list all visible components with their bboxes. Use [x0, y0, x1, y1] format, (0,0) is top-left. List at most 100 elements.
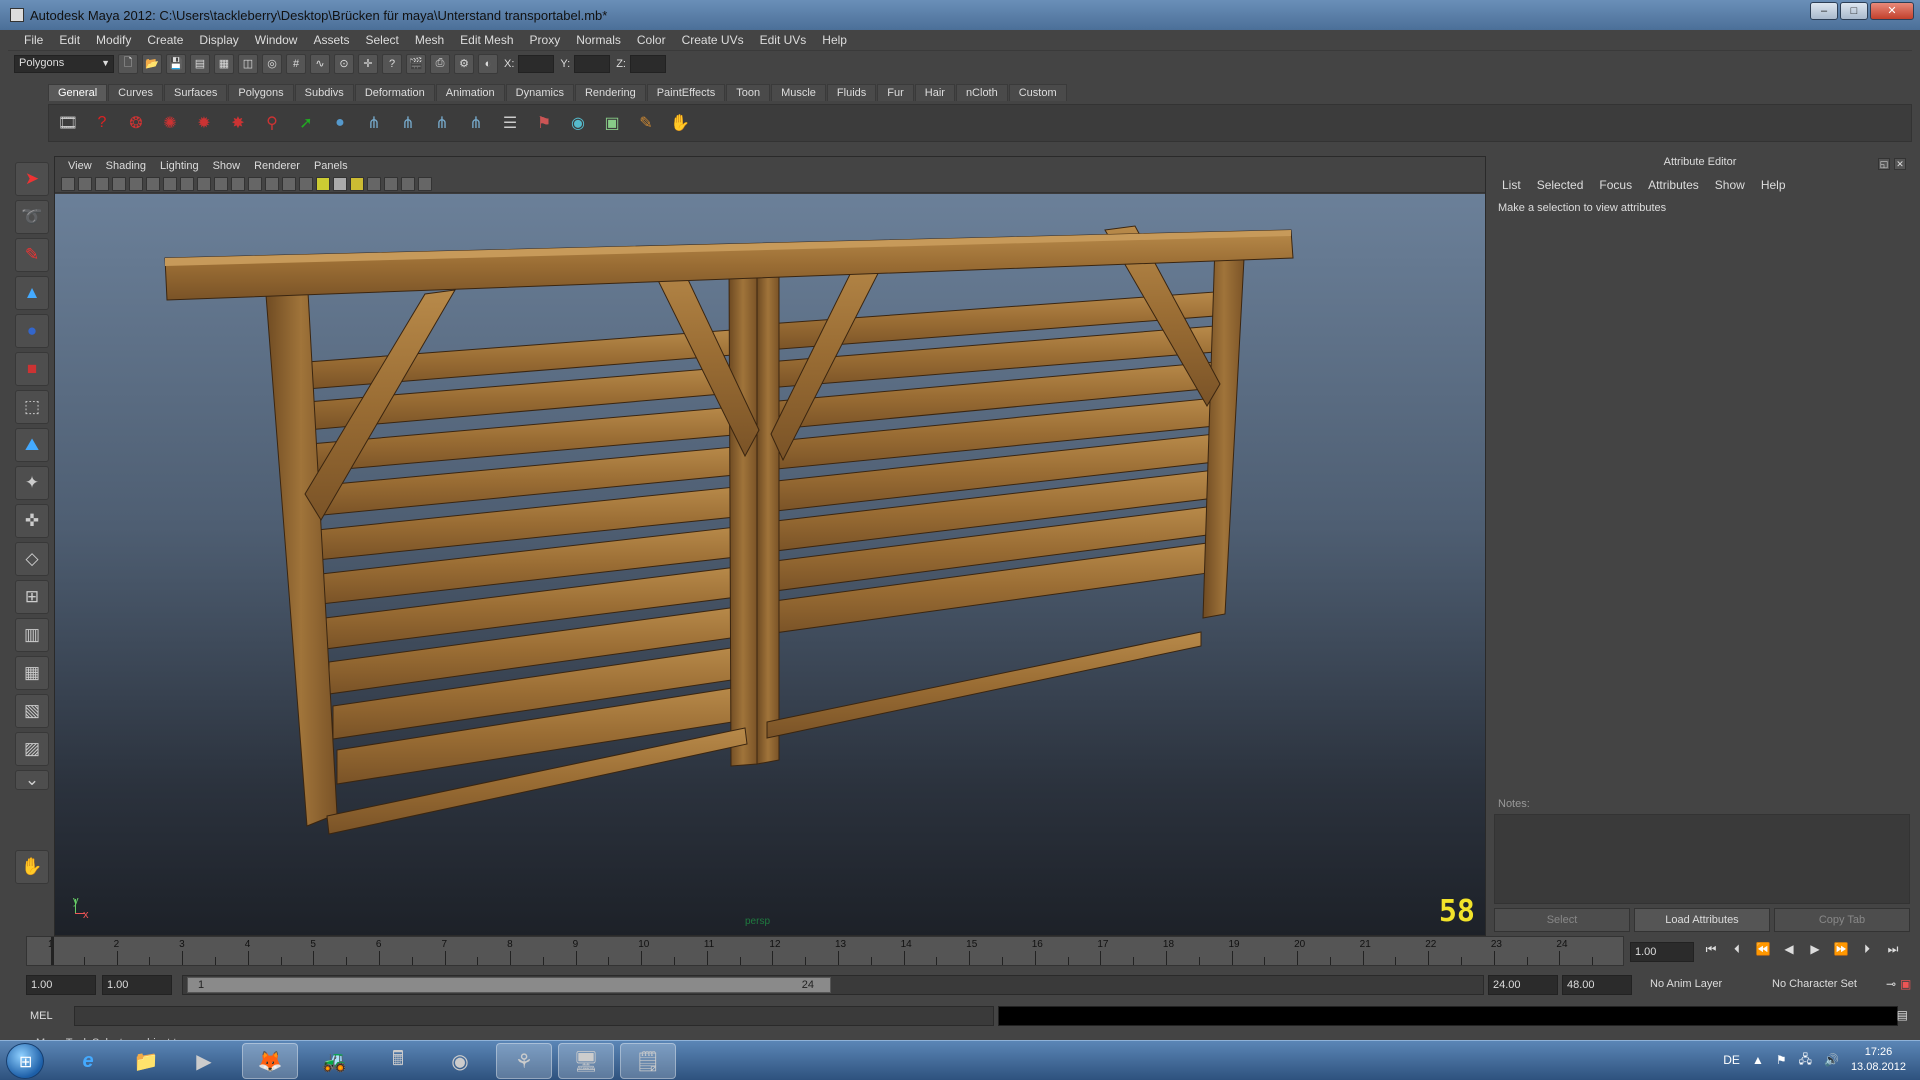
float-panel-icon[interactable]: ◱: [1878, 158, 1890, 170]
list-icon[interactable]: ☰: [497, 110, 523, 136]
script-editor-icon[interactable]: ▤: [1897, 1008, 1908, 1022]
viewport-menu-lighting[interactable]: Lighting: [153, 160, 206, 172]
snap-plane-icon[interactable]: ✛: [358, 53, 378, 74]
film-gate-icon[interactable]: [146, 176, 160, 191]
open-scene-icon[interactable]: 📂: [142, 53, 162, 74]
playback-start-field[interactable]: 1.00: [102, 975, 172, 995]
mel-label[interactable]: MEL: [30, 1010, 53, 1022]
x-input[interactable]: [518, 54, 555, 73]
textured-icon[interactable]: [299, 176, 313, 191]
script-icon-1[interactable]: ❂: [123, 110, 149, 136]
universal-manip-icon[interactable]: ⬚: [15, 390, 49, 424]
menu-create[interactable]: Create: [139, 33, 191, 47]
attr-menu-selected[interactable]: Selected: [1529, 178, 1592, 192]
mel-input[interactable]: [74, 1006, 994, 1026]
viewport-menu-show[interactable]: Show: [206, 160, 248, 172]
select-tool-icon[interactable]: ➤: [15, 162, 49, 196]
script-icon-3[interactable]: ✹: [191, 110, 217, 136]
shadows-icon[interactable]: [350, 176, 364, 191]
menu-edit-mesh[interactable]: Edit Mesh: [452, 33, 521, 47]
pick-mask-icon[interactable]: ◎: [262, 53, 282, 74]
menu-edit[interactable]: Edit: [51, 33, 88, 47]
menu-proxy[interactable]: Proxy: [522, 33, 569, 47]
auto-key-icon[interactable]: ⊸: [1886, 977, 1896, 991]
history-icon[interactable]: ?: [382, 53, 402, 74]
menu-display[interactable]: Display: [191, 33, 246, 47]
range-slider-track[interactable]: 1 24: [182, 975, 1484, 995]
shelf-tab-hair[interactable]: Hair: [914, 84, 955, 101]
maximize-button[interactable]: □: [1840, 2, 1868, 20]
viewport-menu-panels[interactable]: Panels: [307, 160, 355, 172]
menu-set-dropdown[interactable]: Polygons ▼: [14, 54, 114, 73]
viewport-menu-renderer[interactable]: Renderer: [247, 160, 307, 172]
playback-end-field[interactable]: 24.00: [1488, 975, 1558, 995]
shelf-tab-rendering[interactable]: Rendering: [574, 84, 646, 101]
help-question-icon[interactable]: ?: [89, 110, 115, 136]
z-input[interactable]: [629, 54, 666, 73]
y-field[interactable]: Y:: [560, 54, 611, 73]
snap-grid-icon[interactable]: #: [286, 53, 306, 74]
xray-joints-icon[interactable]: [401, 176, 415, 191]
shelf-tab-painteffects[interactable]: PaintEffects: [646, 84, 726, 101]
close-button[interactable]: ✕: [1870, 2, 1914, 20]
image-plane-icon[interactable]: [112, 176, 126, 191]
shelf-tab-surfaces[interactable]: Surfaces: [163, 84, 228, 101]
layout-graph-icon[interactable]: ▦: [15, 656, 49, 690]
notes-textarea[interactable]: [1494, 814, 1910, 904]
attr-menu-attributes[interactable]: Attributes: [1640, 178, 1707, 192]
minimize-button[interactable]: –: [1810, 2, 1838, 20]
attr-menu-help[interactable]: Help: [1753, 178, 1794, 192]
shelf-tab-polygons[interactable]: Polygons: [228, 84, 294, 101]
menu-mesh[interactable]: Mesh: [407, 33, 452, 47]
load-attributes-button[interactable]: Load Attributes: [1634, 908, 1770, 932]
menu-help[interactable]: Help: [814, 33, 855, 47]
start-button[interactable]: ⊞: [6, 1043, 44, 1079]
grid-icon[interactable]: [129, 176, 143, 191]
maya-taskbar-icon[interactable]: ⚘: [496, 1043, 552, 1079]
layout-hypershade-icon[interactable]: ▧: [15, 694, 49, 728]
all-lights-icon[interactable]: [333, 176, 347, 191]
play-forwards-icon[interactable]: ▶: [1806, 942, 1824, 960]
sphere-tool-icon[interactable]: ●: [327, 110, 353, 136]
select-hierarchy-icon[interactable]: ▤: [190, 53, 210, 74]
menu-edit-uvs[interactable]: Edit UVs: [752, 33, 815, 47]
shelf-tab-fur[interactable]: Fur: [877, 84, 914, 101]
shelf-tab-general[interactable]: General: [48, 84, 108, 101]
chrome-icon[interactable]: ◉: [432, 1043, 488, 1079]
animation-start-field[interactable]: 1.00: [26, 975, 96, 995]
file-explorer-icon[interactable]: 📁: [118, 1043, 174, 1079]
shelf-tab-toon[interactable]: Toon: [726, 84, 771, 101]
joint-icon-4[interactable]: ⋔: [463, 110, 489, 136]
more-layouts-icon[interactable]: ⌄: [15, 770, 49, 790]
gate-mask-icon[interactable]: [180, 176, 194, 191]
time-slider[interactable]: 123456789101112131415161718192021222324: [26, 936, 1624, 966]
new-scene-icon[interactable]: 🗋: [118, 53, 138, 74]
flag-icon[interactable]: ⚑: [1776, 1053, 1787, 1067]
close-panel-icon[interactable]: ✕: [1894, 158, 1906, 170]
range-slider-handle[interactable]: 1 24: [187, 977, 831, 993]
camera-select-icon[interactable]: [61, 176, 75, 191]
hypershade-icon[interactable]: ◐: [478, 53, 498, 74]
menu-select[interactable]: Select: [357, 33, 406, 47]
lasso-tool-icon[interactable]: ➰: [15, 200, 49, 234]
joint-icon-1[interactable]: ⋔: [361, 110, 387, 136]
language-indicator[interactable]: DE: [1723, 1053, 1740, 1067]
y-input[interactable]: [574, 54, 611, 73]
xray-components-icon[interactable]: [418, 176, 432, 191]
smooth-shade-icon[interactable]: [265, 176, 279, 191]
paint-brush-icon[interactable]: ✎: [633, 110, 659, 136]
step-forward-frame-icon[interactable]: ⏵: [1858, 942, 1876, 960]
safe-title-icon[interactable]: [231, 176, 245, 191]
menu-modify[interactable]: Modify: [88, 33, 139, 47]
perspective-viewport[interactable]: y x persp 58: [55, 194, 1485, 935]
default-light-icon[interactable]: [316, 176, 330, 191]
joint-icon-2[interactable]: ⋔: [395, 110, 421, 136]
menu-normals[interactable]: Normals: [568, 33, 629, 47]
copy-tab-button[interactable]: Copy Tab: [1774, 908, 1910, 932]
script-icon-2[interactable]: ✺: [157, 110, 183, 136]
rotate-tool-icon[interactable]: ●: [15, 314, 49, 348]
volume-icon[interactable]: 🔊: [1824, 1053, 1839, 1067]
attr-menu-focus[interactable]: Focus: [1591, 178, 1640, 192]
cube-icon[interactable]: ▣: [599, 110, 625, 136]
shelf-tab-curves[interactable]: Curves: [108, 84, 163, 101]
